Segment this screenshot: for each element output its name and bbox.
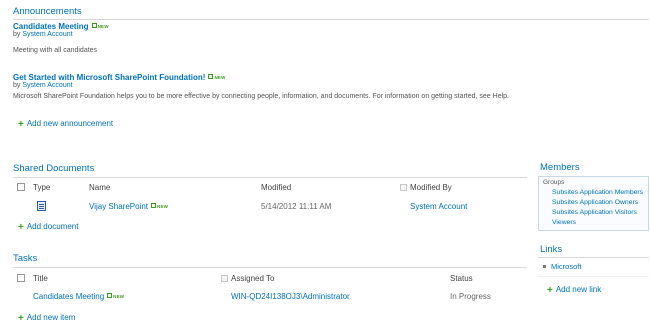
- document-modified-date: 5/14/2012 11:11 AM: [261, 202, 332, 211]
- announcement-title-text[interactable]: Get Started with Microsoft SharePoint Fo…: [13, 73, 205, 82]
- shared-documents-title[interactable]: Shared Documents: [13, 163, 94, 174]
- select-all-checkbox[interactable]: [17, 274, 25, 282]
- column-header-status[interactable]: Status: [450, 274, 473, 283]
- announcements-title[interactable]: Announcements: [13, 6, 82, 17]
- group-link[interactable]: Subsites Application Members: [552, 189, 643, 196]
- column-header-assigned-to[interactable]: Assigned To: [231, 274, 274, 283]
- add-new-announcement-label[interactable]: Add new announcement: [27, 119, 113, 128]
- select-all-checkbox[interactable]: [17, 183, 25, 191]
- add-new-announcement-link[interactable]: + Add new announcement: [18, 119, 113, 130]
- column-header-modified[interactable]: Modified: [261, 183, 291, 192]
- tasks-title[interactable]: Tasks: [13, 253, 37, 264]
- task-assigned-to-link[interactable]: WIN-QD24I138OJ3\Administrator: [231, 292, 350, 301]
- announcements-divider: [13, 19, 649, 20]
- add-plus-icon: +: [18, 222, 24, 233]
- add-new-item-label[interactable]: Add new item: [27, 313, 75, 322]
- filter-checkbox-icon: [221, 275, 228, 282]
- byline-prefix: by: [13, 82, 21, 89]
- shared-documents-divider: [13, 177, 527, 178]
- word-document-icon[interactable]: [37, 201, 46, 211]
- column-header-type[interactable]: Type: [33, 183, 50, 192]
- new-badge: NEW: [107, 293, 124, 299]
- author-link[interactable]: System Account: [22, 31, 72, 38]
- links-title[interactable]: Links: [540, 244, 562, 255]
- add-new-link-label[interactable]: Add new link: [556, 285, 601, 294]
- add-new-link-link[interactable]: + Add new link: [547, 285, 601, 296]
- task-status: In Progress: [450, 292, 491, 301]
- links-divider: [538, 257, 649, 258]
- tasks-divider: [13, 267, 527, 268]
- announcement-title-link[interactable]: Get Started with Microsoft SharePoint Fo…: [13, 73, 226, 82]
- announcement-title-text[interactable]: Candidates Meeting: [13, 22, 89, 31]
- add-plus-icon: +: [18, 119, 24, 130]
- announcement-body: Meeting with all candidates: [13, 47, 98, 54]
- announcement-byline: by System Account: [13, 31, 73, 38]
- new-badge: NEW: [208, 74, 225, 80]
- link-item[interactable]: Microsoft: [551, 262, 581, 271]
- bullet-icon: [543, 265, 546, 268]
- add-plus-icon: +: [18, 313, 24, 324]
- author-link[interactable]: System Account: [22, 82, 72, 89]
- members-group-list: Groups Subsites Application Members Subs…: [538, 176, 649, 231]
- add-document-label[interactable]: Add document: [27, 222, 79, 231]
- groups-label: Groups: [543, 179, 565, 186]
- column-header-modified-by[interactable]: Modified By: [410, 183, 452, 192]
- new-badge: NEW: [92, 23, 109, 29]
- add-new-item-link[interactable]: + Add new item: [18, 313, 75, 324]
- group-link[interactable]: Viewers: [552, 219, 576, 226]
- filter-checkbox-icon: [400, 184, 407, 191]
- members-title[interactable]: Members: [540, 162, 580, 173]
- announcement-body: Microsoft SharePoint Foundation helps yo…: [13, 93, 509, 100]
- column-header-name[interactable]: Name: [89, 183, 110, 192]
- new-badge: NEW: [151, 203, 168, 209]
- column-header-title[interactable]: Title: [33, 274, 48, 283]
- group-link[interactable]: Subsites Application Owners: [552, 199, 638, 206]
- announcement-byline: by System Account: [13, 82, 73, 89]
- task-title-link[interactable]: Candidates Meeting NEW: [33, 292, 124, 301]
- task-title-text[interactable]: Candidates Meeting: [33, 292, 104, 301]
- group-link[interactable]: Subsites Application Visitors: [552, 209, 637, 216]
- document-name-link[interactable]: Vijay SharePoint NEW: [89, 202, 168, 211]
- announcement-title-link[interactable]: Candidates Meeting NEW: [13, 22, 109, 31]
- document-modified-by-link[interactable]: System Account: [410, 202, 467, 211]
- document-name-text[interactable]: Vijay SharePoint: [89, 202, 148, 211]
- byline-prefix: by: [13, 31, 21, 38]
- add-document-link[interactable]: + Add document: [18, 222, 78, 233]
- add-plus-icon: +: [547, 285, 553, 296]
- links-item-divider: [538, 276, 649, 277]
